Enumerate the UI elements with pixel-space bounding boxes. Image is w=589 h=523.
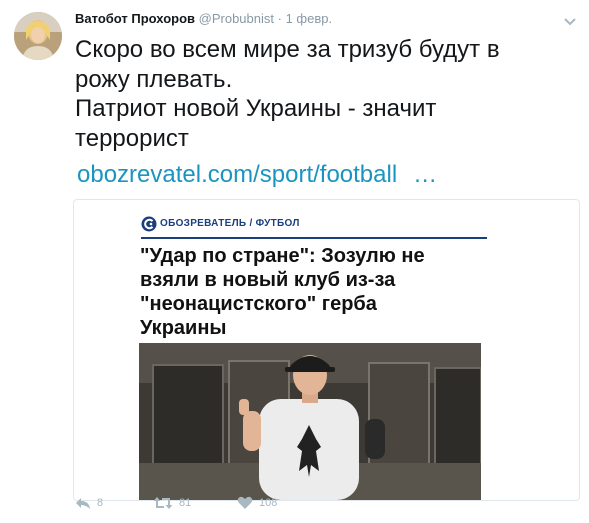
tweet-link-row: obozrevatel.com/sport/football …	[77, 161, 437, 189]
tweet-link[interactable]: obozrevatel.com/sport/football	[77, 161, 397, 188]
reply-button[interactable]: 8	[75, 496, 103, 510]
tweet-text: Скоро во всем мире за тризуб будут в рож…	[75, 35, 575, 153]
tweet-time[interactable]: 1 февр.	[286, 11, 333, 26]
avatar-image	[14, 12, 62, 60]
tweet: Ватобот Прохоров @Probubnist · 1 февр. С…	[0, 0, 589, 523]
tweet-text-line: Патриот новой Украины - значит	[75, 95, 437, 122]
tweet-text-line: террорист	[75, 124, 189, 152]
header-separator: ·	[277, 11, 282, 26]
author-name[interactable]: Ватобот Прохоров	[75, 11, 195, 26]
card-headline-line: "неонацистского" герба	[140, 293, 377, 315]
card-headline-line: "Удар по стране": Зозулю не	[140, 245, 425, 267]
card-photo	[139, 343, 481, 500]
link-ellipsis: …	[413, 161, 438, 188]
card-headline: "Удар по стране": Зозулю не взяли в новы…	[140, 244, 520, 340]
card-source: ОБОЗРЕВАТЕЛЬ / ФУТБОЛ	[160, 218, 300, 229]
card-headline-line: Украины	[140, 317, 227, 339]
heart-icon	[237, 496, 253, 509]
author-handle[interactable]: @Probubnist	[199, 11, 274, 26]
retweet-icon	[153, 497, 173, 509]
link-preview-card[interactable]: ОБОЗРЕВАТЕЛЬ / ФУТБОЛ "Удар по стране": …	[73, 199, 580, 501]
avatar[interactable]	[14, 12, 62, 60]
card-source-bar: ОБОЗРЕВАТЕЛЬ / ФУТБОЛ	[141, 215, 487, 239]
tweet-text-line: Скоро во всем мире за тризуб будут в	[75, 36, 500, 63]
retweet-count: 81	[179, 497, 192, 509]
reply-count: 8	[97, 497, 104, 509]
like-count: 108	[259, 497, 278, 509]
tweet-text-line: рожу плевать.	[75, 65, 233, 93]
reply-icon	[76, 498, 90, 509]
retweet-button[interactable]: 81	[153, 496, 191, 510]
tweet-header: Ватобот Прохоров @Probubnist · 1 февр.	[75, 11, 332, 26]
chevron-down-icon[interactable]	[563, 14, 577, 26]
source-logo-icon	[141, 216, 157, 232]
card-headline-line: взяли в новый клуб из-за	[140, 269, 396, 291]
like-button[interactable]: 108	[237, 496, 277, 510]
